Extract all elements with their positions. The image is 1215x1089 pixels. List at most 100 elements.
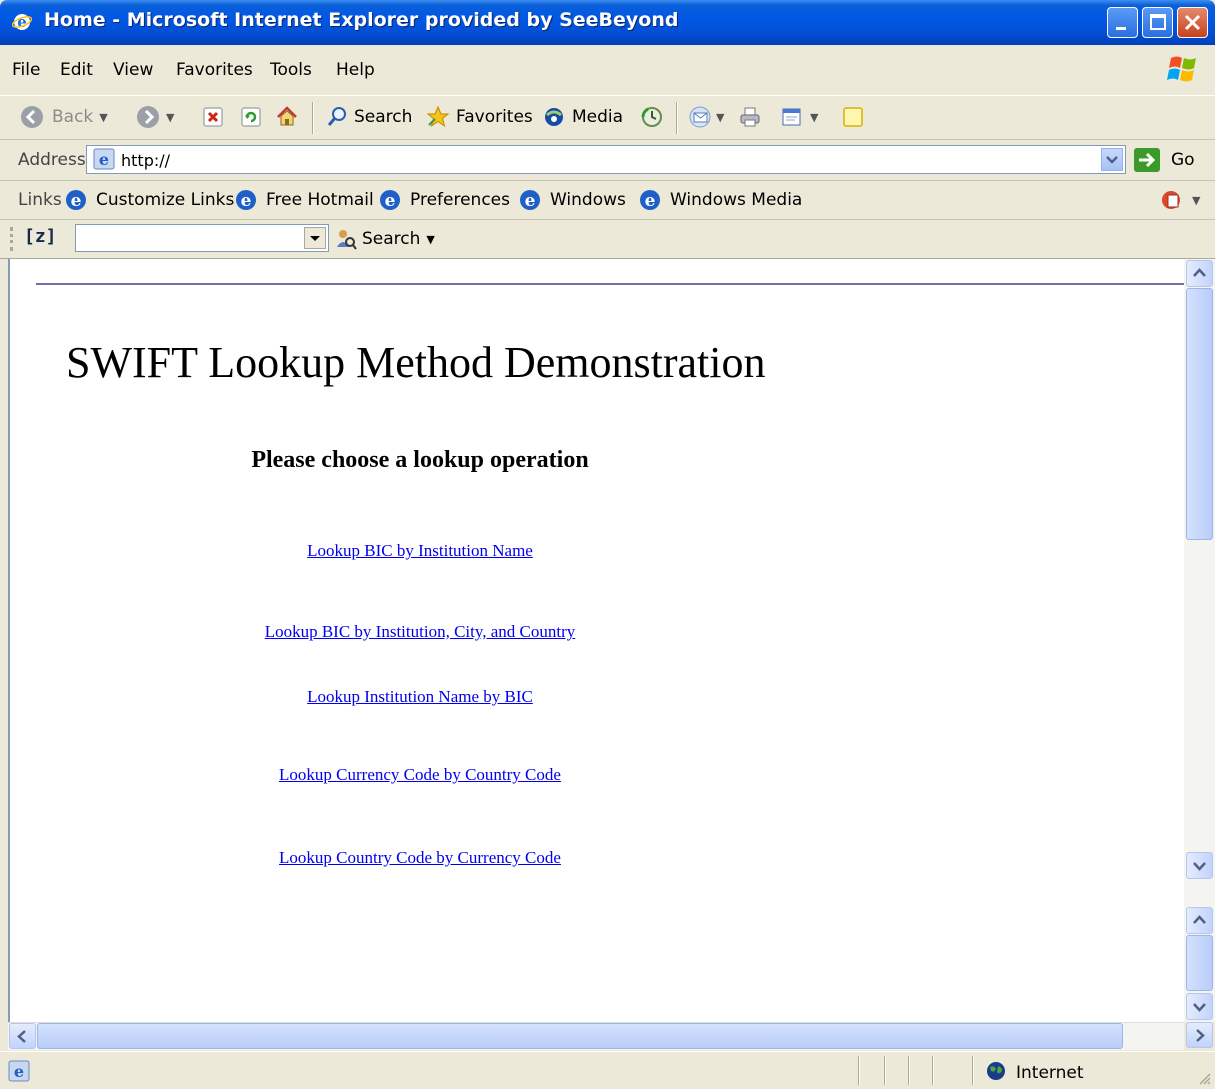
ie-page-icon: e	[380, 190, 400, 211]
address-value: http://	[121, 151, 171, 170]
ie-page-icon: e	[640, 190, 660, 211]
scroll-up-button[interactable]	[1186, 260, 1213, 287]
scroll-thumb-2[interactable]	[1186, 935, 1213, 991]
print-button[interactable]	[738, 104, 762, 130]
magnifier-icon	[327, 107, 346, 126]
svg-text:e: e	[385, 191, 396, 211]
link-customize-links[interactable]: e Customize Links	[64, 188, 234, 212]
link-label: Windows Media	[670, 190, 803, 210]
scroll-right-button[interactable]	[1186, 1022, 1213, 1048]
go-button[interactable]: Go	[1133, 146, 1195, 174]
link-lookup-currency-by-country[interactable]: Lookup Currency Code by Country Code	[10, 765, 830, 785]
forward-button[interactable]: ▼	[136, 104, 174, 130]
svg-text:e: e	[525, 191, 536, 211]
link-free-hotmail[interactable]: e Free Hotmail	[234, 188, 374, 212]
link-lookup-name-by-bic[interactable]: Lookup Institution Name by BIC	[10, 687, 830, 707]
scroll-right-area	[1184, 1022, 1215, 1050]
history-icon	[641, 107, 662, 127]
status-separator	[884, 1056, 886, 1085]
edit-button[interactable]: ▼	[780, 104, 818, 130]
page-subtitle: Please choose a lookup operation	[251, 447, 589, 473]
title-bar[interactable]: e Home - Microsoft Internet Explorer pro…	[0, 0, 1215, 45]
search-toolbar-dropdown-icon[interactable]: ▼	[426, 233, 434, 246]
ie-page-icon: e	[66, 190, 86, 211]
star-icon	[426, 105, 450, 128]
back-arrow-icon	[21, 106, 43, 128]
ie-logo-icon: e	[12, 13, 32, 31]
home-button[interactable]	[275, 104, 299, 130]
search-button[interactable]: Search	[326, 104, 412, 130]
history-button[interactable]	[640, 104, 664, 130]
menu-view[interactable]: View	[113, 60, 153, 80]
discuss-button[interactable]	[842, 104, 864, 130]
close-button[interactable]	[1177, 7, 1208, 38]
search-toolbar-label: Search	[362, 229, 421, 249]
address-bar: Address e http:// Go	[0, 140, 1215, 181]
toolbar-grip[interactable]	[10, 227, 16, 251]
horizontal-scrollbar[interactable]	[8, 1022, 1184, 1050]
go-label: Go	[1171, 150, 1195, 170]
status-separator	[908, 1056, 910, 1085]
scroll-up-button-2[interactable]	[1186, 907, 1213, 934]
window-title: Home - Microsoft Internet Explorer provi…	[44, 9, 679, 31]
vertical-scrollbar[interactable]	[1184, 259, 1215, 1022]
maximize-button[interactable]	[1142, 7, 1173, 38]
link-label: Preferences	[410, 190, 510, 210]
media-button[interactable]: Media	[542, 104, 623, 130]
svg-text:e: e	[17, 13, 27, 31]
research-button[interactable]: ▼	[1160, 188, 1200, 212]
toolbar-separator	[312, 102, 314, 134]
back-dropdown-icon[interactable]: ▼	[99, 111, 107, 124]
status-separator	[972, 1056, 974, 1085]
link-preferences[interactable]: e Preferences	[378, 188, 510, 212]
media-icon	[545, 108, 563, 126]
research-dropdown-icon[interactable]: ▼	[1192, 194, 1200, 207]
link-windows[interactable]: e Windows	[518, 188, 626, 212]
svg-text:e: e	[71, 191, 82, 211]
mail-button[interactable]: ▼	[688, 104, 724, 130]
home-icon	[277, 106, 297, 126]
edit-dropdown-icon[interactable]: ▼	[810, 111, 818, 124]
link-label: Customize Links	[96, 190, 235, 210]
search-person-icon	[337, 230, 357, 250]
link-lookup-bic-by-institution-city-country[interactable]: Lookup BIC by Institution, City, and Cou…	[10, 622, 830, 642]
refresh-button[interactable]	[240, 104, 262, 130]
search-toolbar-dropdown-button[interactable]	[304, 227, 326, 249]
search-toolbar: [z] Search ▼	[0, 220, 1215, 259]
search-toolbar-input[interactable]	[75, 224, 329, 252]
link-label: Free Hotmail	[266, 190, 374, 210]
address-input[interactable]: e http://	[86, 145, 1126, 174]
minimize-button[interactable]	[1107, 7, 1138, 38]
forward-arrow-icon	[137, 106, 159, 128]
link-lookup-bic-by-name[interactable]: Lookup BIC by Institution Name	[10, 541, 830, 561]
page-content: SWIFT Lookup Method Demonstration Please…	[8, 259, 1192, 1022]
scroll-thumb[interactable]	[1186, 288, 1213, 540]
resize-grip-icon[interactable]	[1196, 1070, 1212, 1086]
scroll-down-button[interactable]	[1186, 852, 1213, 879]
page-icon: e	[93, 148, 115, 170]
menu-file[interactable]: File	[12, 60, 40, 80]
menu-favorites[interactable]: Favorites	[176, 60, 253, 80]
address-dropdown-button[interactable]	[1101, 148, 1123, 171]
stop-button[interactable]	[202, 104, 224, 130]
link-windows-media[interactable]: e Windows Media	[638, 188, 802, 212]
favorites-button[interactable]: Favorites	[426, 104, 533, 130]
menu-edit[interactable]: Edit	[60, 60, 93, 80]
menu-bar: File Edit View Favorites Tools Help	[0, 45, 1215, 96]
forward-dropdown-icon[interactable]: ▼	[166, 111, 174, 124]
horizontal-scroll-thumb[interactable]	[37, 1023, 1123, 1049]
scroll-left-button[interactable]	[9, 1023, 36, 1049]
menu-help[interactable]: Help	[336, 60, 375, 80]
horizontal-rule	[36, 283, 1192, 285]
address-label: Address	[18, 150, 86, 170]
status-separator	[858, 1056, 860, 1085]
svg-text:e: e	[99, 150, 109, 169]
zone-logo-icon[interactable]: [z]	[24, 226, 57, 247]
link-lookup-country-by-currency[interactable]: Lookup Country Code by Currency Code	[10, 848, 830, 868]
scroll-down-button-2[interactable]	[1186, 993, 1213, 1020]
search-toolbar-button[interactable]: Search ▼	[334, 226, 435, 252]
back-button[interactable]: Back ▼	[20, 104, 108, 130]
page-status-icon: e	[8, 1060, 30, 1082]
menu-tools[interactable]: Tools	[270, 60, 312, 80]
mail-dropdown-icon[interactable]: ▼	[716, 111, 724, 124]
